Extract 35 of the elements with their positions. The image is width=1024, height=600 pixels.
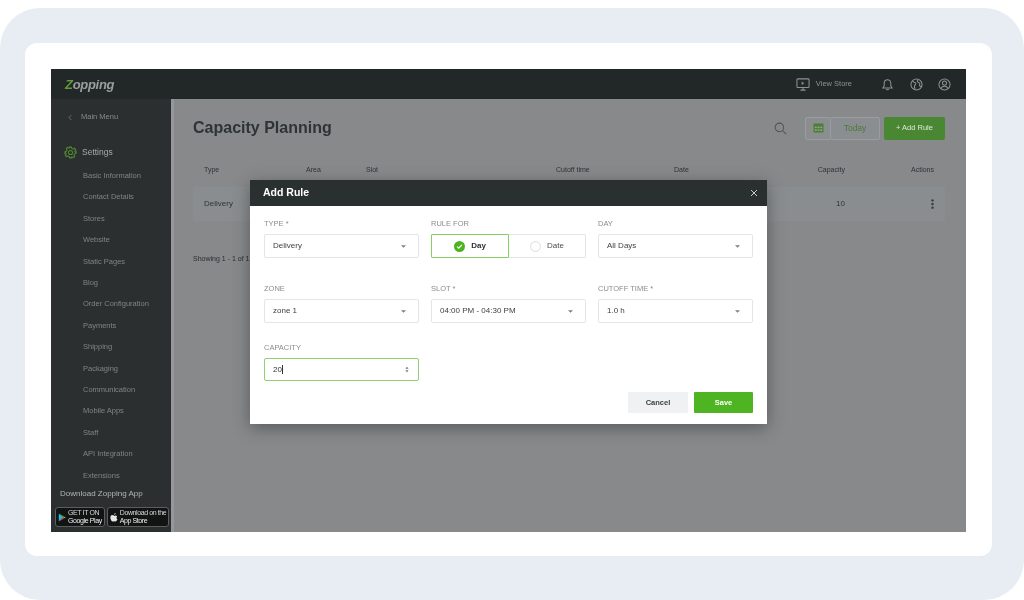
sidebar-section[interactable]: Settings	[51, 146, 171, 159]
logo: Zopping	[65, 77, 115, 91]
gear-icon	[64, 146, 77, 159]
caret-icon	[735, 309, 740, 313]
close-icon[interactable]	[750, 189, 758, 197]
caret-icon	[568, 309, 573, 313]
check-circle-icon	[454, 240, 466, 252]
select-field[interactable]: 04:00 PM - 04:30 PM	[431, 299, 586, 323]
toggle-option[interactable]: Date	[508, 234, 586, 258]
select-field[interactable]: Delivery	[264, 234, 419, 258]
select-field[interactable]: All Days	[598, 234, 753, 258]
kebab-menu-icon[interactable]	[931, 199, 934, 209]
calendar-icon	[812, 123, 824, 133]
apple-icon	[109, 512, 118, 522]
bell-icon[interactable]	[882, 77, 893, 91]
table-cell-text: Delivery	[204, 198, 234, 210]
monitor-icon	[795, 77, 810, 91]
download-title: Download Zopping App	[59, 489, 144, 498]
caret-icon	[735, 244, 740, 248]
modal-title: Add Rule	[263, 185, 310, 201]
page-title: Capacity Planning	[193, 118, 332, 138]
radio-circle-icon	[530, 240, 542, 252]
caret-icon	[401, 244, 406, 248]
chevron-left-icon	[68, 113, 72, 121]
spinner-icon[interactable]	[405, 366, 409, 373]
globe-icon[interactable]	[910, 77, 923, 91]
table-cell-text: 10	[835, 198, 845, 210]
select-field[interactable]: zone 1	[264, 299, 419, 323]
number-field[interactable]: 20	[264, 358, 419, 381]
select-field[interactable]: 1.0 h	[598, 299, 753, 323]
play-triangle-icon	[58, 512, 66, 522]
user-icon[interactable]	[938, 77, 951, 91]
text-cursor-icon	[281, 365, 283, 374]
caret-icon	[401, 309, 406, 313]
toggle-option[interactable]: Day	[431, 234, 509, 258]
